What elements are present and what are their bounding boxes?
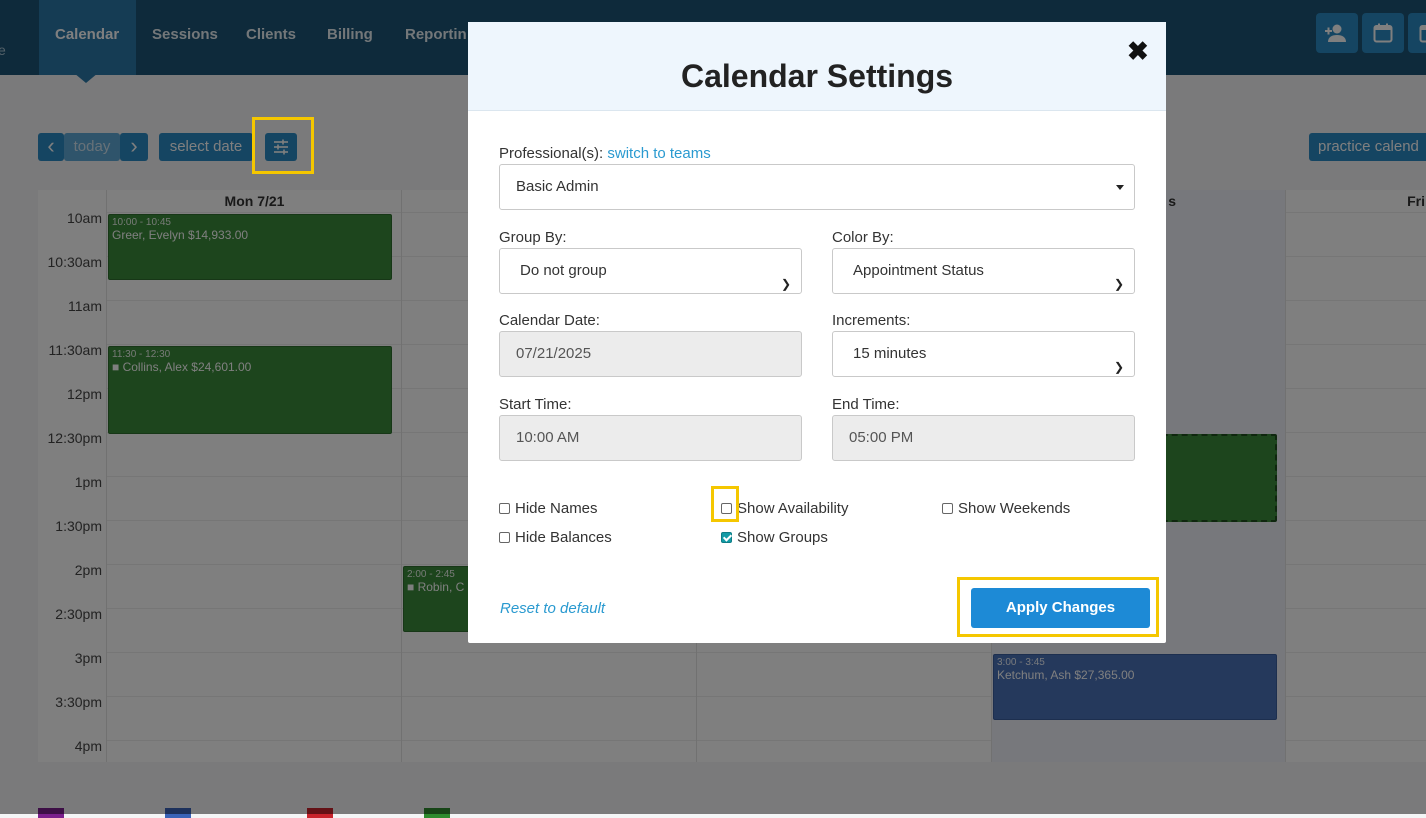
group-by-value: Do not group bbox=[520, 262, 607, 279]
hide-names-label: Hide Names bbox=[515, 500, 598, 517]
calendar-date-value: 07/21/2025 bbox=[516, 345, 591, 362]
increments-select[interactable]: 15 minutes ❯ bbox=[832, 331, 1135, 377]
group-by-select[interactable]: Do not group ❯ bbox=[499, 248, 802, 294]
checkbox-box[interactable] bbox=[499, 503, 510, 514]
increments-value: 15 minutes bbox=[853, 345, 926, 362]
increments-label: Increments: bbox=[832, 312, 910, 329]
chevron-down-icon: ❯ bbox=[1114, 345, 1124, 389]
show-availability-checkbox[interactable]: Show Availability bbox=[721, 500, 848, 517]
hide-names-checkbox[interactable]: Hide Names bbox=[499, 500, 598, 517]
apply-button-highlight bbox=[957, 577, 1159, 637]
hide-balances-label: Hide Balances bbox=[515, 529, 612, 546]
hide-balances-checkbox[interactable]: Hide Balances bbox=[499, 529, 612, 546]
show-groups-label: Show Groups bbox=[737, 529, 828, 546]
show-availability-highlight bbox=[711, 486, 739, 522]
end-time-value: 05:00 PM bbox=[849, 429, 913, 446]
group-by-label: Group By: bbox=[499, 229, 567, 246]
modal-header: Calendar Settings ✖ bbox=[468, 22, 1166, 111]
color-by-label: Color By: bbox=[832, 229, 894, 246]
professional-select[interactable]: Basic Admin bbox=[499, 164, 1135, 210]
show-weekends-label: Show Weekends bbox=[958, 500, 1070, 517]
start-time-field[interactable]: 10:00 AM bbox=[499, 415, 802, 461]
start-time-value: 10:00 AM bbox=[516, 429, 579, 446]
professional-value: Basic Admin bbox=[516, 178, 599, 195]
end-time-label: End Time: bbox=[832, 396, 900, 413]
chevron-down-icon: ❯ bbox=[781, 262, 791, 306]
calendar-settings-modal: Calendar Settings ✖ Professional(s): swi… bbox=[468, 22, 1166, 643]
checkbox-box[interactable] bbox=[942, 503, 953, 514]
settings-button-highlight bbox=[252, 117, 314, 174]
end-time-field[interactable]: 05:00 PM bbox=[832, 415, 1135, 461]
reset-to-default-link[interactable]: Reset to default bbox=[500, 600, 605, 617]
show-weekends-checkbox[interactable]: Show Weekends bbox=[942, 500, 1070, 517]
checkbox-box[interactable] bbox=[721, 532, 732, 543]
modal-title: Calendar Settings bbox=[468, 58, 1166, 95]
color-by-select[interactable]: Appointment Status ❯ bbox=[832, 248, 1135, 294]
close-icon[interactable]: ✖ bbox=[1127, 36, 1149, 67]
caret-down-icon bbox=[1116, 185, 1124, 190]
professionals-label-text: Professional(s): bbox=[499, 145, 603, 162]
switch-to-teams-link[interactable]: switch to teams bbox=[607, 145, 710, 162]
calendar-date-label: Calendar Date: bbox=[499, 312, 600, 329]
color-by-value: Appointment Status bbox=[853, 262, 984, 279]
checkbox-box[interactable] bbox=[499, 532, 510, 543]
show-groups-checkbox[interactable]: Show Groups bbox=[721, 529, 828, 546]
start-time-label: Start Time: bbox=[499, 396, 572, 413]
professionals-label: Professional(s): switch to teams bbox=[499, 145, 711, 162]
calendar-date-field[interactable]: 07/21/2025 bbox=[499, 331, 802, 377]
show-availability-label: Show Availability bbox=[737, 500, 848, 517]
chevron-down-icon: ❯ bbox=[1114, 262, 1124, 306]
